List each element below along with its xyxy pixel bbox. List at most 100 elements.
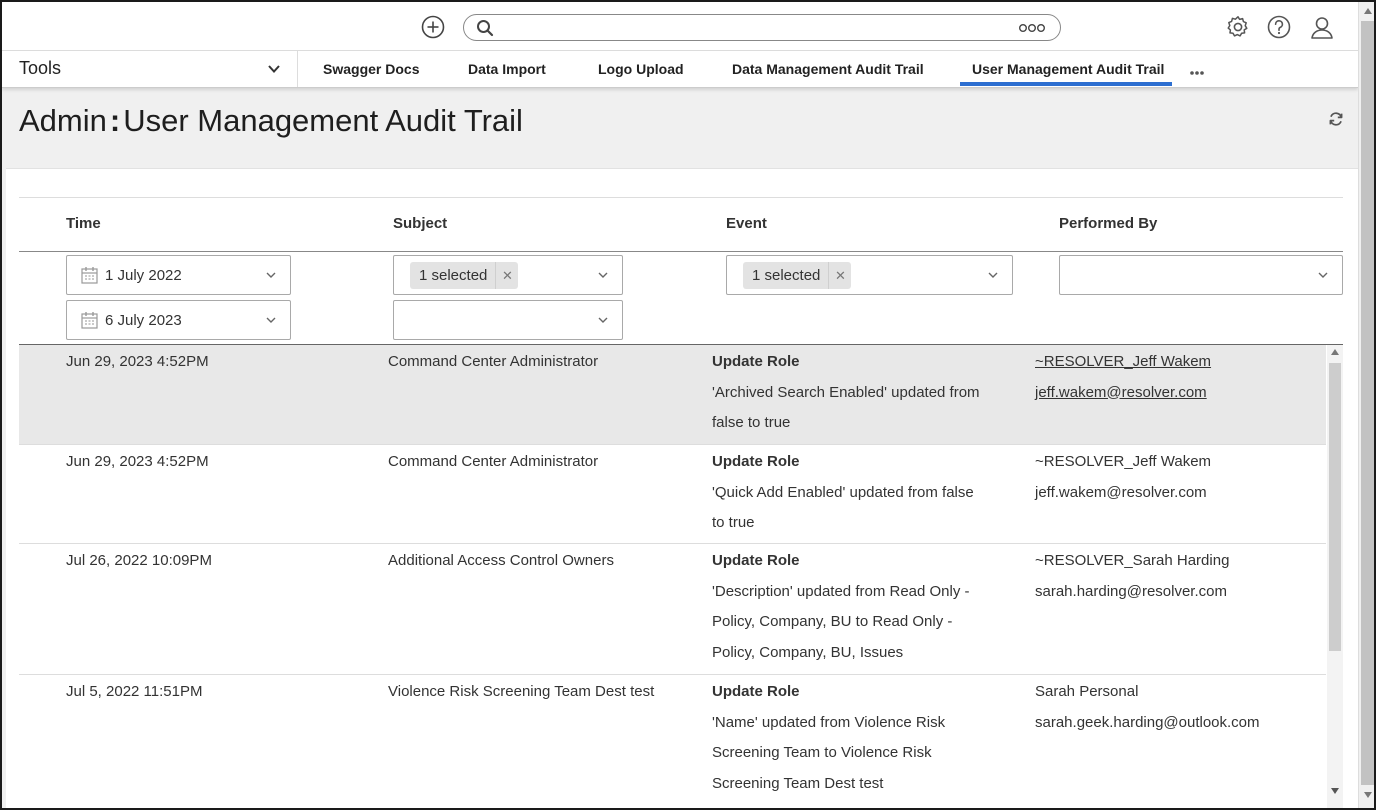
time-from-date-picker[interactable]: 1 July 2022 bbox=[66, 255, 291, 295]
window-scrollbar-thumb[interactable] bbox=[1361, 21, 1374, 785]
subject-filter-select[interactable]: 1 selected ✕ bbox=[393, 255, 623, 295]
calendar-icon bbox=[81, 267, 98, 284]
tools-label: Tools bbox=[19, 58, 62, 78]
event-title: Update Role bbox=[712, 683, 800, 700]
tab-user-management-audit-trail[interactable]: User Management Audit Trail bbox=[972, 61, 1164, 77]
column-header-event[interactable]: Event bbox=[726, 215, 767, 232]
table-scrollbar[interactable] bbox=[1327, 345, 1343, 808]
tab-data-management-audit-trail[interactable]: Data Management Audit Trail bbox=[732, 61, 924, 77]
time-to-value: 6 July 2023 bbox=[105, 312, 182, 329]
column-header-time[interactable]: Time bbox=[66, 215, 101, 232]
row-time: Jun 29, 2023 4:52PM bbox=[66, 453, 209, 470]
performer-email: sarah.geek.harding@outlook.com bbox=[1035, 713, 1260, 731]
row-event: Update Role 'Description' updated from R… bbox=[712, 546, 997, 668]
row-event: Update Role 'Quick Add Enabled' updated … bbox=[712, 447, 997, 539]
event-title: Update Role bbox=[712, 453, 800, 470]
close-icon[interactable]: ✕ bbox=[829, 262, 851, 289]
search-input[interactable] bbox=[463, 14, 1061, 41]
performer-email: sarah.harding@resolver.com bbox=[1035, 582, 1227, 600]
event-detail-line: Screening Team Dest test bbox=[712, 774, 884, 792]
tab-data-import[interactable]: Data Import bbox=[468, 61, 546, 77]
event-detail-line: false to true bbox=[712, 414, 791, 431]
app-window: Tools Swagger Docs Data Import Logo Uplo… bbox=[0, 0, 1376, 810]
row-subject: Violence Risk Screening Team Dest test bbox=[388, 683, 655, 700]
performed-by-filter-select[interactable] bbox=[1059, 255, 1343, 295]
row-time: Jun 29, 2023 4:52PM bbox=[66, 353, 209, 370]
row-performed-by: ~RESOLVER_Sarah Harding sarah.harding@re… bbox=[1035, 546, 1229, 607]
event-filter-select[interactable]: 1 selected ✕ bbox=[726, 255, 1013, 295]
table-row[interactable]: Jul 26, 2022 10:09PM Additional Access C… bbox=[19, 544, 1326, 675]
subject-filter-chip: 1 selected ✕ bbox=[410, 262, 519, 289]
tab-swagger-docs[interactable]: Swagger Docs bbox=[323, 61, 419, 77]
performer-name-link[interactable]: ~RESOLVER_Jeff Wakem bbox=[1035, 347, 1211, 378]
user-icon[interactable] bbox=[1310, 15, 1334, 39]
event-detail-line: Screening Team to Violence Risk bbox=[712, 744, 932, 761]
performer-name: Sarah Personal bbox=[1035, 683, 1139, 700]
time-to-date-picker[interactable]: 6 July 2023 bbox=[66, 300, 291, 340]
ellipsis-icon[interactable] bbox=[1018, 20, 1046, 36]
scroll-down-arrow-icon[interactable] bbox=[1331, 788, 1339, 794]
page-title-text: User Management Audit Trail bbox=[123, 103, 523, 138]
audit-table-body: Jun 29, 2023 4:52PM Command Center Admin… bbox=[19, 345, 1326, 808]
event-detail-line: 'Description' updated from Read Only - bbox=[712, 582, 970, 600]
row-time: Jul 5, 2022 11:51PM bbox=[66, 683, 203, 700]
row-subject: Command Center Administrator bbox=[388, 453, 599, 470]
table-scrollbar-thumb[interactable] bbox=[1329, 363, 1341, 651]
scroll-up-arrow-icon[interactable] bbox=[1331, 349, 1339, 355]
active-tab-indicator bbox=[960, 82, 1172, 86]
event-detail-line: 'Name' updated from Violence Risk bbox=[712, 713, 946, 731]
event-detail-line: Policy, Company, BU to Read Only - bbox=[712, 613, 953, 630]
time-from-value: 1 July 2022 bbox=[105, 267, 182, 284]
performer-email: jeff.wakem@resolver.com bbox=[1035, 483, 1207, 501]
chevron-down-icon bbox=[1318, 272, 1328, 278]
chevron-down-icon bbox=[266, 272, 276, 278]
search-icon bbox=[477, 20, 494, 37]
row-performed-by: ~RESOLVER_Jeff Wakem jeff.wakem@resolver… bbox=[1035, 447, 1211, 508]
close-icon[interactable]: ✕ bbox=[496, 262, 518, 289]
chevron-down-icon bbox=[988, 272, 998, 278]
gear-icon[interactable] bbox=[1226, 15, 1250, 39]
chevron-down-icon bbox=[266, 317, 276, 323]
window-scrollbar[interactable] bbox=[1358, 2, 1374, 808]
event-detail-line: to true bbox=[712, 514, 755, 531]
row-event: Update Role 'Archived Search Enabled' up… bbox=[712, 347, 997, 439]
event-filter-chip: 1 selected ✕ bbox=[743, 262, 852, 289]
row-time: Jul 26, 2022 10:09PM bbox=[66, 552, 212, 569]
chevron-down-icon bbox=[598, 317, 608, 323]
table-row[interactable]: Jun 29, 2023 4:52PM Command Center Admin… bbox=[19, 345, 1326, 445]
table-row[interactable]: Jul 5, 2022 11:51PM Violence Risk Screen… bbox=[19, 675, 1326, 808]
nav-bar: Tools Swagger Docs Data Import Logo Uplo… bbox=[2, 51, 1358, 88]
event-chip-label: 1 selected bbox=[743, 262, 830, 289]
scroll-down-arrow-icon[interactable] bbox=[1364, 792, 1372, 798]
chevron-down-icon bbox=[598, 272, 608, 278]
row-performed-by: ~RESOLVER_Jeff Wakem jeff.wakem@resolver… bbox=[1035, 347, 1211, 408]
performer-email-link[interactable]: jeff.wakem@resolver.com bbox=[1035, 378, 1211, 409]
top-bar bbox=[2, 2, 1358, 51]
event-detail-line: 'Quick Add Enabled' updated from false bbox=[712, 483, 974, 501]
calendar-icon bbox=[81, 312, 98, 329]
ellipsis-icon[interactable] bbox=[1189, 70, 1205, 76]
event-title: Update Role bbox=[712, 552, 800, 569]
event-title: Update Role bbox=[712, 353, 800, 370]
row-subject: Command Center Administrator bbox=[388, 353, 599, 370]
column-header-performed-by[interactable]: Performed By bbox=[1059, 215, 1157, 232]
scroll-up-arrow-icon[interactable] bbox=[1364, 8, 1372, 14]
tools-dropdown[interactable]: Tools bbox=[2, 51, 298, 87]
row-performed-by: Sarah Personal sarah.geek.harding@outloo… bbox=[1035, 677, 1260, 738]
event-detail-line: 'Archived Search Enabled' updated from bbox=[712, 383, 980, 401]
row-event: Update Role 'Name' updated from Violence… bbox=[712, 677, 997, 799]
row-subject: Additional Access Control Owners bbox=[388, 552, 614, 569]
subject-chip-label: 1 selected bbox=[410, 262, 497, 289]
event-detail-line: Policy, Company, BU, Issues bbox=[712, 643, 904, 661]
chevron-down-icon bbox=[268, 65, 280, 73]
page-title: Admin:User Management Audit Trail bbox=[19, 103, 523, 138]
refresh-icon[interactable] bbox=[1328, 111, 1344, 127]
column-header-subject[interactable]: Subject bbox=[393, 215, 447, 232]
subject-secondary-select[interactable] bbox=[393, 300, 623, 340]
page-title-prefix: Admin bbox=[19, 103, 107, 138]
tab-logo-upload[interactable]: Logo Upload bbox=[598, 61, 684, 77]
performer-name: ~RESOLVER_Sarah Harding bbox=[1035, 552, 1230, 569]
table-row[interactable]: Jun 29, 2023 4:52PM Command Center Admin… bbox=[19, 445, 1326, 544]
help-icon[interactable] bbox=[1267, 15, 1291, 39]
plus-circle-icon[interactable] bbox=[421, 15, 445, 39]
